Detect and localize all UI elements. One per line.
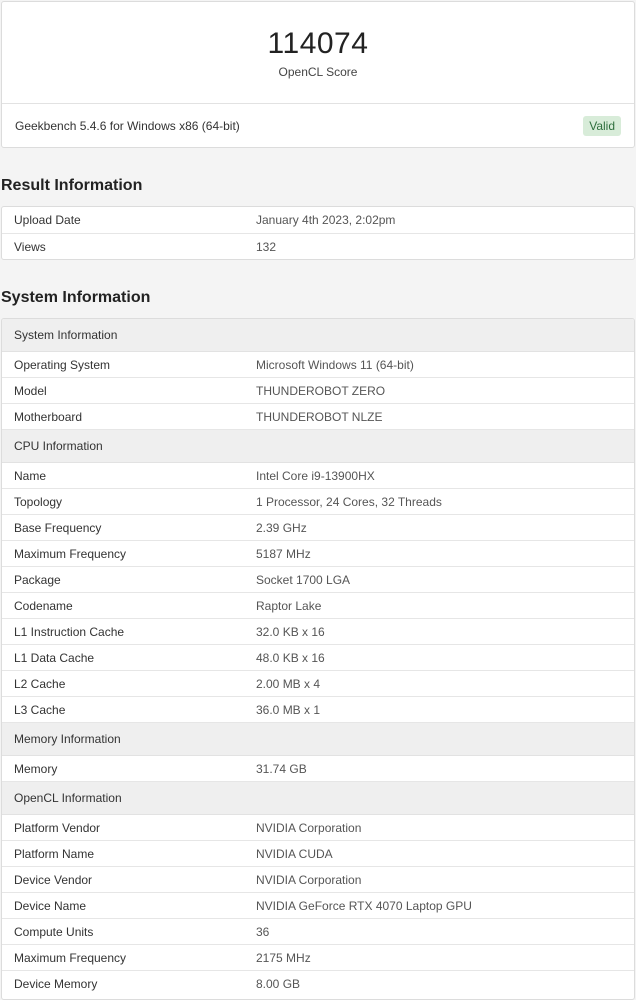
table-row: Package Socket 1700 LGA (2, 567, 634, 593)
row-value: NVIDIA GeForce RTX 4070 Laptop GPU (256, 898, 472, 913)
section-header-system: System Information (2, 319, 634, 352)
geekbench-result-page: 114074 OpenCL Score Geekbench 5.4.6 for … (0, 0, 636, 1000)
row-key: Compute Units (14, 924, 94, 939)
row-key: Topology (14, 494, 63, 509)
table-row: Upload Date January 4th 2023, 2:02pm (2, 207, 634, 234)
row-key: L1 Data Cache (14, 650, 95, 665)
section-header-memory: Memory Information (2, 723, 634, 756)
table-row: Platform Name NVIDIA CUDA (2, 841, 634, 867)
row-key: Operating System (14, 357, 111, 372)
row-value: 132 (256, 239, 277, 254)
status-badge: Valid (583, 116, 621, 136)
score-header: 114074 OpenCL Score (2, 2, 634, 104)
table-row: Views 132 (2, 234, 634, 260)
row-key: L2 Cache (14, 676, 66, 691)
row-key: Views (14, 239, 46, 254)
row-value: 36.0 MB x 1 (256, 702, 321, 717)
row-value: THUNDEROBOT NLZE (256, 409, 383, 424)
row-value: 2.00 MB x 4 (256, 676, 321, 691)
row-value: 31.74 GB (256, 761, 307, 776)
row-value: THUNDEROBOT ZERO (256, 383, 386, 398)
row-value: NVIDIA Corporation (256, 872, 362, 887)
table-row: L2 Cache 2.00 MB x 4 (2, 671, 634, 697)
table-row: Device Vendor NVIDIA Corporation (2, 867, 634, 893)
result-information-heading: Result Information (1, 177, 143, 194)
row-value: Microsoft Windows 11 (64-bit) (256, 357, 414, 372)
row-value: January 4th 2023, 2:02pm (256, 212, 396, 227)
table-row: L1 Instruction Cache 32.0 KB x 16 (2, 619, 634, 645)
row-key: Base Frequency (14, 520, 102, 535)
system-information-heading: System Information (1, 289, 151, 306)
row-key: Motherboard (14, 409, 83, 424)
row-key: L1 Instruction Cache (14, 624, 125, 639)
score-card: 114074 OpenCL Score Geekbench 5.4.6 for … (1, 1, 635, 148)
row-key: Device Memory (14, 977, 98, 991)
opencl-score-label: OpenCL Score (278, 65, 358, 79)
table-row: Codename Raptor Lake (2, 593, 634, 619)
table-row: Name Intel Core i9-13900HX (2, 463, 634, 489)
row-value: 1 Processor, 24 Cores, 32 Threads (256, 494, 442, 509)
table-row: Device Memory 8.00 GB (2, 971, 634, 997)
row-value: Intel Core i9-13900HX (256, 468, 375, 483)
table-row: Platform Vendor NVIDIA Corporation (2, 815, 634, 841)
score-footer: Geekbench 5.4.6 for Windows x86 (64-bit)… (2, 104, 634, 148)
row-key: Maximum Frequency (14, 546, 127, 561)
row-key: Platform Vendor (14, 820, 101, 835)
table-row: Base Frequency 2.39 GHz (2, 515, 634, 541)
table-row: Operating System Microsoft Windows 11 (64… (2, 352, 634, 378)
row-key: Package (14, 572, 61, 587)
row-key: Device Vendor (14, 872, 93, 887)
row-key: Name (14, 468, 47, 483)
table-row: Device Name NVIDIA GeForce RTX 4070 Lapto… (2, 893, 634, 919)
row-key: Upload Date (14, 212, 81, 227)
system-information-table: System Information Operating System Micro… (1, 318, 635, 1000)
row-value: 5187 MHz (256, 546, 311, 561)
table-row: Motherboard THUNDEROBOT NLZE (2, 404, 634, 430)
row-key: Maximum Frequency (14, 950, 127, 965)
table-row: Model THUNDEROBOT ZERO (2, 378, 634, 404)
table-row: Topology 1 Processor, 24 Cores, 32 Thread… (2, 489, 634, 515)
row-key: L3 Cache (14, 702, 66, 717)
geekbench-version: Geekbench 5.4.6 for Windows x86 (64-bit) (15, 119, 240, 133)
row-value: 36 (256, 924, 270, 939)
row-key: Platform Name (14, 846, 95, 861)
row-value: 8.00 GB (256, 977, 301, 991)
row-value: Socket 1700 LGA (256, 572, 351, 587)
row-value: 2175 MHz (256, 950, 311, 965)
row-value: NVIDIA CUDA (256, 846, 333, 861)
result-information-table: Upload Date January 4th 2023, 2:02pm Vie… (1, 206, 635, 260)
row-value: 32.0 KB x 16 (256, 624, 325, 639)
row-value: NVIDIA Corporation (256, 820, 362, 835)
row-key: Memory (14, 761, 58, 776)
section-header-cpu: CPU Information (2, 430, 634, 463)
row-value: 48.0 KB x 16 (256, 650, 325, 665)
section-header-opencl: OpenCL Information (2, 782, 634, 815)
opencl-score-value: 114074 (267, 27, 369, 60)
table-row: Maximum Frequency 5187 MHz (2, 541, 634, 567)
row-key: Device Name (14, 898, 87, 913)
row-key: Codename (14, 598, 73, 613)
table-row: L3 Cache 36.0 MB x 1 (2, 697, 634, 723)
table-row: Maximum Frequency 2175 MHz (2, 945, 634, 971)
table-row: Compute Units 36 (2, 919, 634, 945)
row-key: Model (14, 383, 47, 398)
row-value: 2.39 GHz (256, 520, 307, 535)
table-row: L1 Data Cache 48.0 KB x 16 (2, 645, 634, 671)
row-value: Raptor Lake (256, 598, 322, 613)
table-row: Memory 31.74 GB (2, 756, 634, 782)
